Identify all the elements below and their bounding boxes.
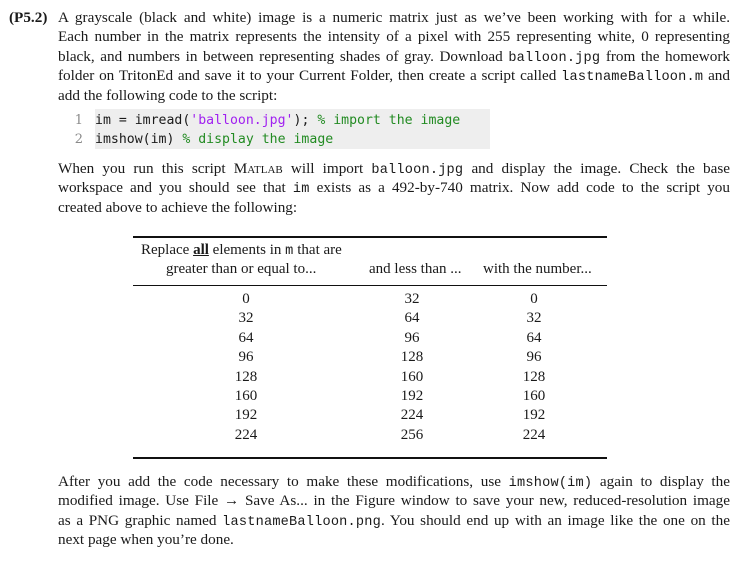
table-row: 128 160 128 [133, 368, 607, 387]
cell-upper-bound: 96 [404, 329, 420, 346]
code-text: im = imread( [95, 113, 191, 128]
header-text: that are [293, 242, 342, 258]
cell-replacement: 64 [526, 329, 542, 346]
cell-upper-bound: 32 [404, 291, 420, 307]
filename-balloon-jpg: balloon.jpg [508, 50, 601, 66]
table-row: 160 192 160 [133, 387, 607, 406]
intro-line-4-text-a: folder on TritonEd and save it to your C… [58, 67, 562, 85]
instructions-text: workspace and you should see that [58, 179, 293, 197]
code-listing: 1 im = imread('balloon.jpg'); % import th… [55, 109, 490, 149]
cell-replacement: 160 [522, 388, 546, 404]
intro-line-4: folder on TritonEd and save it to your C… [58, 66, 730, 85]
code-imshow: imshow(im) [508, 476, 593, 491]
cell-lower-bound: 64 [238, 329, 254, 346]
cell-upper-bound: 160 [400, 368, 424, 385]
closing-paragraph: After you add the code necessary to make… [58, 472, 730, 550]
header-text: Replace [141, 242, 194, 258]
code-text: ); [293, 113, 318, 128]
cell-lower-bound: 96 [238, 349, 254, 366]
cell-replacement: 96 [526, 349, 542, 366]
closing-text: again to display the [592, 473, 730, 490]
code-line: 2 imshow(im) % display the image [55, 130, 333, 149]
table-row: 192 224 192 [133, 406, 607, 425]
instructions-line-2: workspace and you should see that im exi… [58, 178, 730, 197]
closing-line-1: After you add the code necessary to make… [58, 472, 730, 491]
table-row: 96 128 96 [133, 348, 607, 367]
closing-text: as a PNG graphic named [58, 511, 223, 529]
cell-lower-bound: 160 [234, 388, 258, 404]
instructions-line-3: created above to achieve the following: [58, 198, 298, 216]
cell-upper-bound: 256 [400, 426, 424, 443]
cell-replacement: 192 [522, 407, 546, 424]
code-text: imshow(im) [95, 132, 183, 147]
filename-script-m: lastnameBalloon.m [561, 70, 704, 86]
table-bottom-rule [133, 457, 607, 459]
cell-upper-bound: 192 [400, 388, 424, 404]
line-number: 2 [74, 132, 83, 147]
closing-text: . You should end up with an image like t… [380, 511, 730, 529]
cell-lower-bound: 32 [238, 310, 254, 327]
table-top-rule [133, 236, 607, 238]
table-row: 224 256 224 [133, 426, 607, 445]
code-string: 'balloon.jpg' [190, 113, 294, 128]
line-number: 1 [74, 113, 83, 128]
table-row: 0 32 0 [133, 290, 607, 309]
intro-line-3-text-a: black, and numbers in between representi… [58, 47, 509, 65]
header-col2: and less than ... [369, 261, 462, 277]
table-row: 64 96 64 [133, 329, 607, 348]
variable-im: im [292, 182, 310, 198]
filename-png: lastnameBalloon.png [222, 514, 381, 530]
cell-replacement: 32 [526, 310, 542, 327]
code-line: 1 im = imread('balloon.jpg'); % import th… [55, 111, 461, 130]
cell-lower-bound: 0 [242, 291, 250, 307]
intro-line-2: Each number in the matrix represents the… [58, 28, 730, 46]
intro-line-3: black, and numbers in between representi… [58, 47, 730, 66]
closing-line-2: modified image. Use File → Save As... in… [58, 492, 730, 510]
header-text: elements in [208, 242, 286, 258]
instructions-text: When you run this script [58, 160, 234, 177]
closing-line-3: as a PNG graphic named lastnameBalloon.p… [58, 511, 730, 530]
instructions-paragraph: When you run this script Matlab will imp… [58, 159, 730, 217]
cell-lower-bound: 192 [234, 407, 258, 424]
code-comment: % display the image [182, 132, 334, 147]
intro-paragraph: A grayscale (black and white) image is a… [58, 8, 730, 105]
header-col3: with the number... [483, 261, 592, 277]
closing-text: After you add the code necessary to make… [58, 473, 509, 490]
intro-line-1: A grayscale (black and white) image is a… [58, 9, 730, 26]
instructions-text: exists as a 492-by-740 matrix. Now add c… [309, 179, 730, 197]
cell-replacement: 0 [530, 291, 538, 307]
intro-line-3-text-b: from the homework [600, 47, 730, 65]
cell-lower-bound: 224 [234, 426, 258, 443]
matlab-name: Matlab [233, 160, 283, 177]
table-mid-rule [133, 285, 607, 286]
cell-lower-bound: 128 [234, 368, 258, 385]
header-col1-line2: greater than or equal to... [166, 261, 317, 277]
cell-upper-bound: 64 [404, 310, 420, 327]
instructions-text: and display the image. Check the base [463, 160, 730, 177]
emphasis-all: all [193, 242, 209, 258]
table-row: 32 64 32 [133, 309, 607, 328]
instructions-text: will import [282, 160, 372, 177]
filename-balloon-jpg: balloon.jpg [371, 163, 464, 178]
closing-line-4: next page when you’re done. [58, 531, 234, 549]
cell-replacement: 128 [522, 368, 546, 385]
code-comment: % import the image [317, 113, 461, 128]
variable-m: m [285, 244, 294, 259]
problem-label: (P5.2) [9, 9, 48, 26]
intro-line-4-text-b: and [703, 67, 730, 85]
intro-line-5: add the following code to the script: [58, 86, 278, 104]
header-col1-line1: Replace all elements in m that are [141, 241, 342, 261]
cell-upper-bound: 128 [400, 349, 424, 366]
cell-upper-bound: 224 [400, 407, 424, 424]
cell-replacement: 224 [522, 426, 546, 443]
instructions-line-1: When you run this script Matlab will imp… [58, 159, 730, 178]
